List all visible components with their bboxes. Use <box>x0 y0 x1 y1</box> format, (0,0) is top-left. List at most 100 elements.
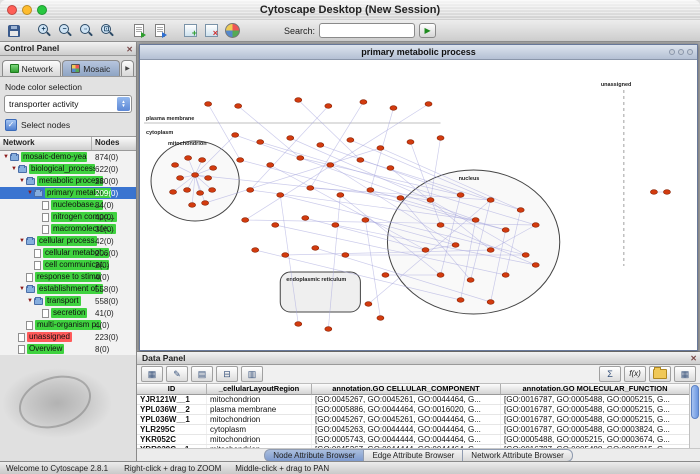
network-node[interactable] <box>365 302 372 307</box>
network-node[interactable] <box>202 201 209 206</box>
column-header[interactable]: annotation.GO CELLULAR_COMPONENT <box>312 384 501 395</box>
network-node[interactable] <box>437 273 444 278</box>
network-node[interactable] <box>532 223 539 228</box>
network-node[interactable] <box>487 198 494 203</box>
column-header[interactable]: annotation.GO MOLECULAR_FUNCTION <box>501 384 690 395</box>
network-node[interactable] <box>205 176 212 181</box>
network-node[interactable] <box>307 186 314 191</box>
network-node[interactable] <box>297 156 304 161</box>
tree-item[interactable]: ▼primary metabo...209(0) <box>0 187 136 199</box>
network-node[interactable] <box>177 176 184 181</box>
network-node[interactable] <box>252 248 259 253</box>
network-node[interactable] <box>192 173 199 178</box>
network-node[interactable] <box>210 166 217 171</box>
tree-item[interactable]: cellular metabol...206(0) <box>0 247 136 259</box>
expand-arrow-icon[interactable]: ▼ <box>18 238 26 244</box>
tree-item[interactable]: ▼biological_process622(0) <box>0 163 136 175</box>
table-scrollbar-thumb[interactable] <box>691 385 699 419</box>
tree-column-nodes[interactable]: Nodes <box>92 137 136 150</box>
vizmapper-icon[interactable] <box>223 22 242 40</box>
network-node[interactable] <box>332 223 339 228</box>
network-node[interactable] <box>457 298 464 303</box>
select-nodes-checkbox[interactable]: ✓ <box>5 119 17 131</box>
network-node[interactable] <box>367 188 374 193</box>
network-node[interactable] <box>342 253 349 258</box>
network-node[interactable] <box>325 104 332 109</box>
network-node[interactable] <box>267 163 274 168</box>
tree-column-network[interactable]: Network <box>0 137 92 150</box>
network-node[interactable] <box>189 203 196 208</box>
expand-arrow-icon[interactable]: ▼ <box>26 190 34 196</box>
attribute-store-icon[interactable]: ▥ <box>241 366 263 382</box>
frame-maximize-button[interactable] <box>678 49 684 55</box>
network-node[interactable] <box>302 216 309 221</box>
network-node[interactable] <box>532 263 539 268</box>
network-node[interactable] <box>287 136 294 141</box>
column-header[interactable]: ID <box>137 384 207 395</box>
tree-item[interactable]: ▼establishment of...558(0) <box>0 283 136 295</box>
network-node[interactable] <box>437 136 444 141</box>
import-network-icon[interactable] <box>129 22 148 40</box>
attribute-select-icon[interactable]: ▦ <box>141 366 163 382</box>
zoom-in-icon[interactable]: + <box>35 22 54 40</box>
save-session-icon[interactable] <box>4 22 23 40</box>
network-node[interactable] <box>502 273 509 278</box>
network-node[interactable] <box>522 253 529 258</box>
expand-arrow-icon[interactable]: ▼ <box>18 286 26 292</box>
table-row[interactable]: YDR039C__1mitochondrion[GO:0045267, GO:0… <box>137 445 700 448</box>
network-node[interactable] <box>295 98 302 103</box>
network-node[interactable] <box>377 146 384 151</box>
tree-item[interactable]: ▼transport558(0) <box>0 295 136 307</box>
network-node[interactable] <box>197 191 204 196</box>
network-node[interactable] <box>502 228 509 233</box>
network-node[interactable] <box>185 156 192 161</box>
attribute-create-icon[interactable]: ✎ <box>166 366 188 382</box>
network-node[interactable] <box>172 163 179 168</box>
network-node[interactable] <box>357 158 364 163</box>
network-node[interactable] <box>650 190 657 195</box>
network-node[interactable] <box>317 143 324 148</box>
network-node[interactable] <box>199 158 206 163</box>
zoom-fit-icon[interactable]: ⊡ <box>98 22 117 40</box>
zoom-selected-icon[interactable]: ▫ <box>77 22 96 40</box>
network-node[interactable] <box>382 273 389 278</box>
network-node[interactable] <box>277 193 284 198</box>
network-node[interactable] <box>282 253 289 258</box>
network-node[interactable] <box>327 163 334 168</box>
network-node[interactable] <box>387 166 394 171</box>
network-node[interactable] <box>487 248 494 253</box>
network-node[interactable] <box>237 158 244 163</box>
tree-item[interactable]: ▼metabolic process280(0) <box>0 175 136 187</box>
table-row[interactable]: YPL036W__1mitochondrion[GO:0045267, GO:0… <box>137 415 700 425</box>
attribute-copy-icon[interactable]: ▤ <box>191 366 213 382</box>
network-node[interactable] <box>472 218 479 223</box>
tree-item[interactable]: ▼mosaic-demo-yeast874(0) <box>0 151 136 163</box>
table-row[interactable]: YKR052Cmitochondrion[GO:0005743, GO:0044… <box>137 435 700 445</box>
network-node[interactable] <box>360 100 367 105</box>
network-node[interactable] <box>407 140 414 145</box>
table-row[interactable]: YLR295Ccytoplasm[GO:0045263, GO:0044444,… <box>137 425 700 435</box>
tree-item[interactable]: nitrogen compo...40(0) <box>0 211 136 223</box>
network-node[interactable] <box>422 248 429 253</box>
network-node[interactable] <box>272 223 279 228</box>
network-node[interactable] <box>325 327 332 332</box>
tree-item[interactable]: response to stimu...4(0) <box>0 271 136 283</box>
table-scrollbar[interactable] <box>689 384 700 448</box>
network-node[interactable] <box>427 198 434 203</box>
network-node[interactable] <box>457 193 464 198</box>
table-row[interactable]: YJR121W__1mitochondrion[GO:0045267, GO:0… <box>137 395 700 405</box>
import-attributes-icon[interactable] <box>150 22 169 40</box>
network-node[interactable] <box>437 223 444 228</box>
network-node[interactable] <box>257 140 264 145</box>
network-node[interactable] <box>663 190 670 195</box>
network-node[interactable] <box>347 138 354 143</box>
search-input[interactable] <box>319 23 415 38</box>
search-go-button[interactable]: ▶ <box>419 23 436 38</box>
network-node[interactable] <box>295 322 302 327</box>
network-node[interactable] <box>397 196 404 201</box>
network-node[interactable] <box>209 188 216 193</box>
tree-item[interactable]: secretion41(0) <box>0 307 136 319</box>
frame-minimize-button[interactable] <box>669 49 675 55</box>
tree-item[interactable]: unassigned223(0) <box>0 331 136 343</box>
network-node[interactable] <box>232 133 239 138</box>
